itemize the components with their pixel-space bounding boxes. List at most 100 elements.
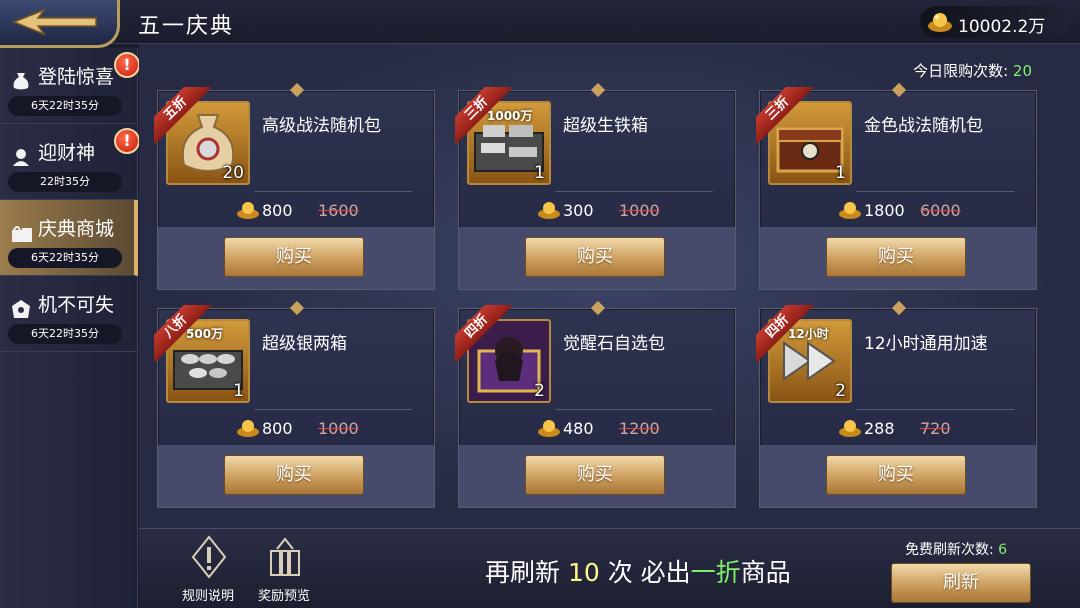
current-price: 300 — [563, 201, 594, 220]
item-quantity: 1 — [534, 163, 545, 183]
card-gem-decoration — [590, 82, 606, 98]
current-price: 288 — [864, 419, 895, 438]
current-price: 800 — [262, 419, 293, 438]
free-refresh-count: 免费刷新次数: 6 — [905, 539, 1007, 559]
discount-ribbon: 四折 — [455, 305, 513, 363]
gold-ingot-icon — [237, 420, 259, 437]
sidebar-item-label: 迎财神 — [38, 142, 96, 164]
divider — [856, 409, 1014, 410]
sidebar-item-label: 登陆惊喜 — [38, 66, 115, 88]
refresh-promo-text: 再刷新 10 次 必出一折商品 — [485, 553, 791, 589]
divider — [555, 191, 713, 192]
shop-panel: 今日限购次数: 20 五折 20 高级战法随机包 800 1600 购买 三折 — [139, 44, 1080, 528]
item-name: 金色战法随机包 — [864, 116, 983, 136]
original-price: 1600 — [318, 201, 359, 220]
exclamation-diamond-icon — [191, 535, 227, 579]
gold-ingot-icon — [237, 202, 259, 219]
sidebar-item-timer: 6天22时35分 — [8, 324, 122, 344]
discount-label: 五折 — [154, 87, 212, 145]
gold-ingot-icon — [538, 202, 560, 219]
discount-ribbon: 八折 — [154, 305, 212, 363]
buy-button[interactable]: 购买 — [525, 455, 665, 495]
sidebar-item-label: 机不可失 — [38, 294, 115, 316]
buy-button[interactable]: 购买 — [224, 455, 364, 495]
currency-amount: 10002.2万 — [958, 17, 1046, 37]
item-price: 1800 6000 — [838, 199, 1038, 223]
original-price: 1000 — [318, 419, 359, 438]
alert-icon: ! — [114, 128, 140, 154]
gold-ingot-icon — [839, 420, 861, 437]
back-button[interactable] — [0, 0, 120, 48]
sidebar-item-celebration-shop[interactable]: 庆典商城 6天22时35分 — [0, 200, 138, 276]
currency-display: 10002.2万 — [920, 6, 1070, 38]
item-quantity: 2 — [534, 381, 545, 401]
sidebar-item-limited-chance[interactable]: 机不可失 6天22时35分 — [0, 276, 138, 352]
free-refresh-label: 免费刷新次数: — [905, 542, 994, 558]
item-price: 300 1000 — [537, 199, 737, 223]
original-price: 720 — [920, 419, 951, 438]
promo-text-part: 次 必出 — [599, 558, 691, 587]
sidebar-item-god-of-wealth[interactable]: 迎财神 22时35分 ! — [0, 124, 140, 200]
refresh-button[interactable]: 刷新 — [891, 563, 1031, 603]
item-name: 高级战法随机包 — [262, 116, 381, 136]
top-bar: 五一庆典 10002.2万 — [0, 0, 1080, 48]
shop-item-card: 四折 2 觉醒石自选包 480 1200 购买 — [455, 300, 737, 508]
sidebar-item-timer: 6天22时35分 — [8, 248, 122, 268]
original-price: 1000 — [619, 201, 660, 220]
original-price: 6000 — [920, 201, 961, 220]
gold-ingot-icon — [839, 202, 861, 219]
rules-button[interactable]: 规则说明 — [175, 535, 241, 605]
card-gem-decoration — [590, 300, 606, 316]
shop-bags-icon — [12, 226, 32, 242]
page-title: 五一庆典 — [138, 14, 235, 39]
gift-box-icon — [270, 537, 300, 576]
wealth-god-icon — [13, 149, 29, 166]
buy-button[interactable]: 购买 — [525, 237, 665, 277]
daily-limit: 今日限购次数: 20 — [913, 60, 1032, 81]
item-price: 800 1000 — [236, 417, 436, 441]
star-chest-icon — [12, 300, 30, 318]
gold-ingot-icon — [538, 420, 560, 437]
divider — [555, 409, 713, 410]
item-quantity: 2 — [835, 381, 846, 401]
daily-limit-label: 今日限购次数: — [913, 62, 1009, 80]
buy-button[interactable]: 购买 — [826, 237, 966, 277]
current-price: 480 — [563, 419, 594, 438]
sidebar-item-login-surprise[interactable]: 登陆惊喜 6天22时35分 ! — [0, 48, 140, 124]
current-price: 1800 — [864, 201, 905, 220]
gold-ingot-icon — [928, 13, 952, 32]
discount-label: 八折 — [154, 305, 212, 363]
discount-label: 四折 — [455, 305, 513, 363]
item-quantity: 1 — [233, 381, 244, 401]
item-name: 超级银两箱 — [262, 334, 347, 354]
discount-ribbon: 五折 — [154, 87, 212, 145]
shop-item-card: 八折 500万 1 超级银两箱 800 1000 购买 — [154, 300, 436, 508]
money-bag-icon — [13, 73, 29, 90]
divider — [254, 191, 412, 192]
item-name: 觉醒石自选包 — [563, 334, 665, 354]
discount-label: 三折 — [455, 87, 513, 145]
rewards-preview-button[interactable]: 奖励预览 — [251, 535, 317, 605]
card-gem-decoration — [891, 300, 907, 316]
rules-label: 规则说明 — [181, 589, 234, 604]
promo-text-part: 再刷新 — [485, 558, 568, 587]
promo-text-part: 商品 — [740, 558, 791, 587]
sidebar-item-label: 庆典商城 — [38, 218, 115, 240]
card-gem-decoration — [289, 82, 305, 98]
buy-button[interactable]: 购买 — [826, 455, 966, 495]
sidebar: 登陆惊喜 6天22时35分 ! 迎财神 22时35分 ! 庆典商城 6天22时3… — [0, 48, 140, 608]
item-quantity: 1 — [835, 163, 846, 183]
promo-highlight: 一折 — [690, 558, 741, 587]
daily-limit-value: 20 — [1012, 62, 1032, 80]
shop-item-card: 三折 1 金色战法随机包 1800 6000 购买 — [756, 82, 1038, 290]
sidebar-item-timer: 22时35分 — [8, 172, 122, 192]
divider — [856, 191, 1014, 192]
promo-count: 10 — [567, 558, 600, 587]
item-price: 480 1200 — [537, 417, 737, 441]
sidebar-item-timer: 6天22时35分 — [8, 96, 122, 116]
divider — [254, 409, 412, 410]
rewards-label: 奖励预览 — [257, 589, 310, 604]
buy-button[interactable]: 购买 — [224, 237, 364, 277]
item-name: 12小时通用加速 — [864, 334, 988, 354]
shop-item-card: 四折 12小时 2 12小时通用加速 288 720 购买 — [756, 300, 1037, 508]
